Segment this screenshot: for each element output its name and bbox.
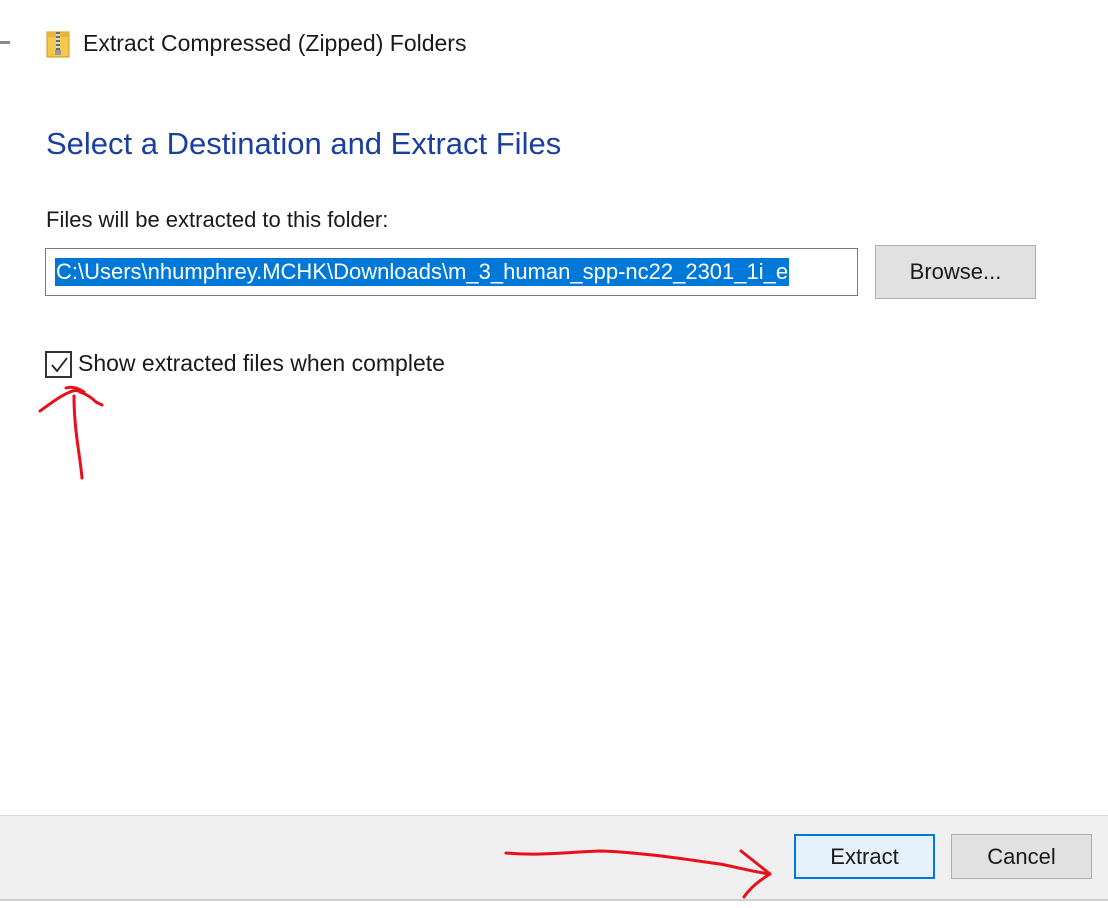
page-heading: Select a Destination and Extract Files — [46, 126, 562, 161]
destination-label: Files will be extracted to this folder: — [46, 207, 389, 232]
title-bar: Extract Compressed (Zipped) Folders — [0, 0, 1108, 90]
window-title: Extract Compressed (Zipped) Folders — [83, 30, 467, 56]
zip-folder-icon — [46, 30, 70, 58]
annotation-arrow-up-head-2 — [64, 385, 86, 394]
dialog-footer — [0, 815, 1108, 899]
destination-path-input[interactable]: C:\Users\nhumphrey.MCHK\Downloads\m_3_hu… — [45, 248, 858, 296]
annotation-arrow-up-shaft — [72, 394, 84, 480]
cancel-button[interactable]: Cancel — [951, 834, 1092, 879]
extract-button[interactable]: Extract — [794, 834, 935, 879]
checkmark-icon — [51, 357, 68, 373]
show-files-label[interactable]: Show extracted files when complete — [78, 350, 445, 377]
browse-button[interactable]: Browse... — [875, 245, 1036, 299]
show-files-checkbox[interactable] — [45, 351, 72, 378]
annotation-arrow-up-head — [38, 389, 104, 413]
footer-bottom-edge — [0, 899, 1108, 908]
destination-path-text: C:\Users\nhumphrey.MCHK\Downloads\m_3_hu… — [55, 258, 790, 286]
